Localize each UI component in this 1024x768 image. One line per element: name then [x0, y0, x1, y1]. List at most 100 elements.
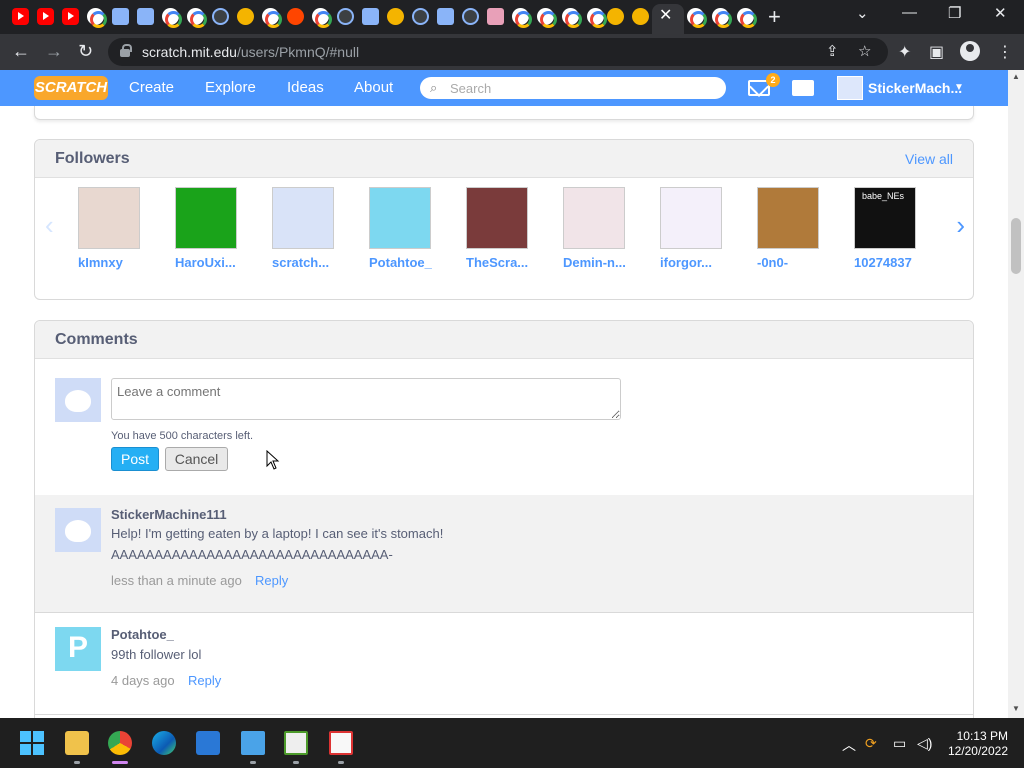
view-all-followers-link[interactable]: View all	[905, 151, 953, 167]
follower-avatar[interactable]	[466, 187, 528, 249]
follower-username[interactable]: 10274837	[854, 255, 934, 270]
notepad-icon[interactable]	[241, 731, 265, 755]
avatar[interactable]	[837, 76, 863, 100]
chevron-down-icon[interactable]: ▼	[954, 82, 964, 93]
code-tab-icon[interactable]	[462, 8, 479, 25]
follower-username[interactable]: iforgor...	[660, 255, 740, 270]
windows-start-icon[interactable]	[20, 731, 44, 755]
follower-username[interactable]: scratch...	[272, 255, 352, 270]
wifi-tab-icon[interactable]	[212, 8, 229, 25]
follower-item[interactable]: -0n0-	[757, 187, 827, 270]
code-tab-icon[interactable]	[412, 8, 429, 25]
reply-link[interactable]: Reply	[188, 673, 221, 688]
follower-avatar[interactable]	[78, 187, 140, 249]
avatar[interactable]	[55, 378, 101, 422]
profile-icon[interactable]	[960, 41, 980, 61]
follower-username[interactable]: -0n0-	[757, 255, 837, 270]
scroll-up-arrow-icon[interactable]: ▲	[1012, 72, 1020, 81]
youtube-tab-icon[interactable]	[37, 8, 54, 25]
google-tab-icon[interactable]	[187, 8, 207, 28]
scroll-thumb[interactable]	[1011, 218, 1021, 274]
scratch-tab-icon[interactable]	[387, 8, 404, 25]
comment-author[interactable]: Potahtoe_	[111, 627, 174, 642]
snipping-tool-icon[interactable]	[329, 731, 353, 755]
follower-item[interactable]: iforgor...	[660, 187, 730, 270]
account-username[interactable]: StickerMach...	[868, 80, 962, 96]
nav-create[interactable]: Create	[129, 79, 174, 96]
follower-username[interactable]: TheScra...	[466, 255, 546, 270]
follower-username[interactable]: HaroUxi...	[175, 255, 255, 270]
follower-item[interactable]: babe_NEs 10274837	[854, 187, 924, 270]
chevron-up-icon[interactable]: ︿	[842, 735, 856, 755]
url-text[interactable]: scratch.mit.edu/users/PkmnQ/#null	[142, 44, 359, 60]
google-tab-icon[interactable]	[312, 8, 332, 28]
search-input[interactable]	[450, 79, 710, 97]
comment-textarea[interactable]	[111, 378, 621, 420]
roblox-tab-icon[interactable]	[487, 8, 504, 25]
google-tab-icon[interactable]	[87, 8, 107, 28]
follower-item[interactable]: scratch...	[272, 187, 342, 270]
my-stuff-folder-icon[interactable]	[792, 80, 814, 96]
address-bar[interactable]: scratch.mit.edu/users/PkmnQ/#null ⇪ ☆	[108, 38, 888, 66]
follower-item[interactable]: Potahtoe_	[369, 187, 439, 270]
lock-icon[interactable]	[120, 44, 132, 57]
calculator-tab-icon[interactable]	[237, 8, 254, 25]
scratch-tab-icon[interactable]	[632, 8, 649, 25]
carousel-prev-arrow-icon[interactable]: ‹	[45, 210, 54, 241]
google-tab-icon[interactable]	[737, 8, 757, 28]
chrome-tab-icon[interactable]	[512, 8, 532, 28]
kebab-menu-icon[interactable]: ⋮	[997, 42, 1013, 62]
nav-about[interactable]: About	[354, 79, 393, 96]
google-tab-icon[interactable]	[687, 8, 707, 28]
code-tab-icon[interactable]	[337, 8, 354, 25]
chat-tab-icon[interactable]	[437, 8, 454, 25]
carousel-next-arrow-icon[interactable]: ›	[956, 210, 965, 241]
chrome-taskbar-icon[interactable]	[108, 731, 132, 755]
close-tab-icon[interactable]: ✕	[659, 5, 672, 25]
back-arrow-icon[interactable]: ←	[12, 41, 30, 62]
follower-avatar[interactable]	[175, 187, 237, 249]
follower-item[interactable]: HaroUxi...	[175, 187, 245, 270]
forward-arrow-icon[interactable]: →	[45, 41, 63, 62]
volume-icon[interactable]: ◁)	[917, 735, 932, 752]
scroll-down-arrow-icon[interactable]: ▼	[1012, 704, 1020, 713]
at-tab-icon[interactable]	[362, 8, 379, 25]
network-icon[interactable]: ▭	[893, 735, 906, 752]
google-tab-icon[interactable]	[262, 8, 282, 28]
nav-explore[interactable]: Explore	[205, 79, 256, 96]
follower-username[interactable]: kImnxy	[78, 255, 158, 270]
post-button[interactable]: Post	[111, 447, 159, 471]
scratch-logo[interactable]: SCRATCH	[34, 76, 108, 100]
system-clock[interactable]: 10:13 PM 12/20/2022	[944, 729, 1008, 759]
follower-item[interactable]: kImnxy	[78, 187, 148, 270]
google-tab-icon[interactable]	[562, 8, 582, 28]
follower-avatar[interactable]	[563, 187, 625, 249]
avatar[interactable]	[55, 627, 101, 671]
tab-search-icon[interactable]: ⌄	[856, 4, 869, 22]
page-scrollbar[interactable]: ▲ ▼	[1008, 70, 1024, 718]
reddit-tab-icon[interactable]	[287, 8, 304, 25]
side-panel-icon[interactable]: ▣	[929, 42, 944, 62]
share-icon[interactable]: ⇪	[826, 42, 839, 60]
youtube-tab-icon[interactable]	[12, 8, 29, 25]
avatar[interactable]	[55, 508, 101, 552]
edge-icon[interactable]	[152, 731, 176, 755]
bookmark-star-icon[interactable]: ☆	[858, 42, 871, 60]
new-tab-button[interactable]: +	[768, 4, 781, 30]
follower-username[interactable]: Potahtoe_	[369, 255, 449, 270]
monitor-tab-icon[interactable]	[112, 8, 129, 25]
follower-item[interactable]: Demin-n...	[563, 187, 633, 270]
follower-username[interactable]: Demin-n...	[563, 255, 643, 270]
follower-avatar[interactable]	[660, 187, 722, 249]
reload-icon[interactable]: ↻	[78, 41, 93, 62]
follower-avatar[interactable]	[757, 187, 819, 249]
paint-icon[interactable]	[284, 731, 308, 755]
google-tab-icon[interactable]	[587, 8, 607, 28]
microsoft-store-icon[interactable]	[196, 731, 220, 755]
minimize-icon[interactable]: —	[902, 4, 917, 21]
youtube-tab-icon[interactable]	[62, 8, 79, 25]
extensions-puzzle-icon[interactable]: ✦	[898, 42, 911, 62]
follower-avatar[interactable]: babe_NEs	[854, 187, 916, 249]
google-tab-icon[interactable]	[162, 8, 182, 28]
file-explorer-icon[interactable]	[65, 731, 89, 755]
